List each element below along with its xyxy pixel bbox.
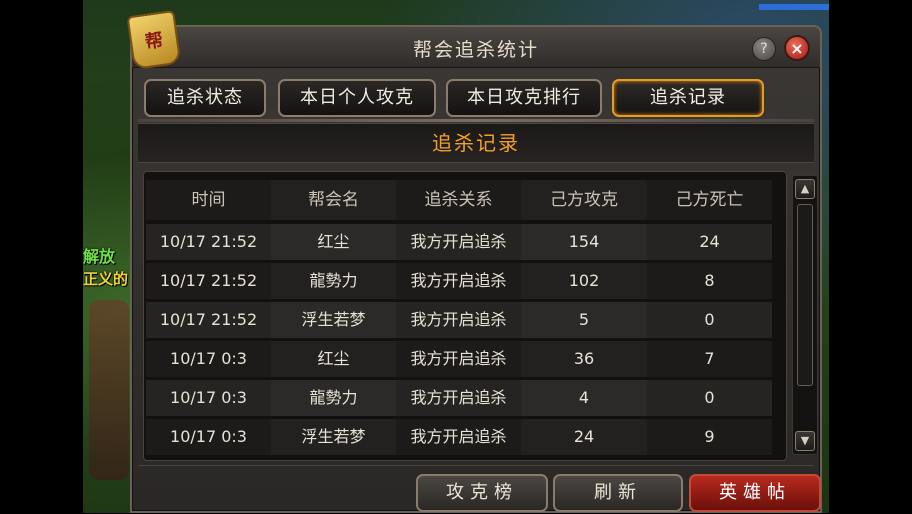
table-row[interactable]: 10/17 21:52 龍勢力 我方开启追杀 102 8	[146, 263, 782, 299]
tab-hunt-status[interactable]: 追杀状态	[144, 79, 266, 117]
cell-own-deaths: 8	[647, 263, 772, 299]
header-own-kills: 己方攻克	[521, 180, 647, 220]
tab-divider	[138, 119, 814, 122]
cell-guild-name: 龍勢力	[271, 380, 396, 416]
refresh-button[interactable]: 刷新	[553, 474, 683, 512]
table-scrollbar[interactable]: ▲ ▼	[792, 175, 818, 455]
cell-hunt-relation: 我方开启追杀	[396, 263, 521, 299]
cell-time: 10/17 21:52	[146, 302, 271, 338]
scroll-thumb[interactable]	[797, 204, 813, 386]
dialog-title: 帮会追杀统计	[412, 39, 539, 61]
header-time: 时间	[146, 180, 271, 220]
header-hunt-relation: 追杀关系	[396, 180, 521, 220]
header-own-deaths: 己方死亡	[647, 180, 772, 220]
scene-text-1: 解放	[83, 247, 116, 266]
cell-own-deaths: 0	[647, 380, 772, 416]
cell-hunt-relation: 我方开启追杀	[396, 302, 521, 338]
cell-own-kills: 36	[521, 341, 647, 377]
cell-hunt-relation: 我方开启追杀	[396, 341, 521, 377]
cell-guild-name: 浮生若梦	[271, 419, 396, 455]
cell-guild-name: 红尘	[271, 341, 396, 377]
cell-time: 10/17 21:52	[146, 263, 271, 299]
header-guild-name: 帮会名	[271, 180, 396, 220]
cell-guild-name: 红尘	[271, 224, 396, 260]
cell-own-kills: 4	[521, 380, 647, 416]
cell-time: 10/17 0:3	[146, 380, 271, 416]
cell-own-kills: 5	[521, 302, 647, 338]
cell-hunt-relation: 我方开启追杀	[396, 380, 521, 416]
title-bar[interactable]: 帮会追杀统计 ? ×	[132, 27, 820, 68]
tab-daily-personal-kills[interactable]: 本日个人攻克	[278, 79, 436, 117]
help-button[interactable]: ?	[752, 37, 776, 61]
guild-hunt-stats-dialog: 帮会追杀统计 ? × 帮 追杀状态 本日个人攻克 本日攻克排行 追杀记录 追杀记…	[126, 9, 822, 514]
scroll-up-icon[interactable]: ▲	[795, 179, 815, 199]
section-title: 追杀记录	[138, 123, 814, 163]
cell-guild-name: 浮生若梦	[271, 302, 396, 338]
cell-guild-name: 龍勢力	[271, 263, 396, 299]
footer-bar: 攻克榜 刷新 英雄帖	[138, 465, 821, 514]
cell-time: 10/17 0:3	[146, 419, 271, 455]
tab-daily-kill-ranking[interactable]: 本日攻克排行	[446, 79, 602, 117]
close-button[interactable]: ×	[784, 35, 810, 61]
cell-own-deaths: 24	[647, 224, 772, 260]
records-table: 时间 帮会名 追杀关系 己方攻克 己方死亡 10/17 21:52 红尘 我方开…	[143, 171, 787, 461]
cell-own-kills: 102	[521, 263, 647, 299]
cell-own-kills: 24	[521, 419, 647, 455]
table-header-row: 时间 帮会名 追杀关系 己方攻克 己方死亡	[146, 180, 782, 220]
cell-time: 10/17 0:3	[146, 341, 271, 377]
table-row[interactable]: 10/17 0:3 红尘 我方开启追杀 36 7	[146, 341, 782, 377]
hero-post-button[interactable]: 英雄帖	[689, 474, 821, 512]
character-figure	[89, 300, 129, 480]
cell-own-deaths: 9	[647, 419, 772, 455]
hp-bar	[759, 4, 829, 10]
scene-text-2: 正义的	[83, 270, 129, 288]
scroll-down-icon[interactable]: ▼	[795, 431, 815, 451]
table-row[interactable]: 10/17 0:3 浮生若梦 我方开启追杀 24 9	[146, 419, 782, 455]
cell-own-kills: 154	[521, 224, 647, 260]
table-row[interactable]: 10/17 21:52 红尘 我方开启追杀 154 24	[146, 224, 782, 260]
cell-hunt-relation: 我方开启追杀	[396, 224, 521, 260]
cell-own-deaths: 0	[647, 302, 772, 338]
guild-emblem-icon: 帮	[126, 9, 182, 71]
table-row[interactable]: 10/17 21:52 浮生若梦 我方开启追杀 5 0	[146, 302, 782, 338]
cell-own-deaths: 7	[647, 341, 772, 377]
cell-time: 10/17 21:52	[146, 224, 271, 260]
tab-hunt-records[interactable]: 追杀记录	[612, 79, 764, 117]
kill-ranking-button[interactable]: 攻克榜	[416, 474, 548, 512]
table-row[interactable]: 10/17 0:3 龍勢力 我方开启追杀 4 0	[146, 380, 782, 416]
cell-hunt-relation: 我方开启追杀	[396, 419, 521, 455]
